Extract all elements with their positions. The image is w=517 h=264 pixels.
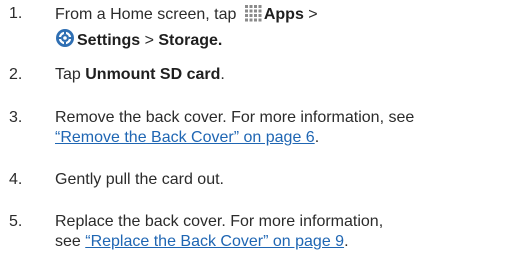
- step-number: 2.: [9, 66, 23, 83]
- remove-back-cover-link[interactable]: “Remove the Back Cover” on page 6: [55, 129, 315, 146]
- step-text: Tap Unmount SD card.: [55, 66, 225, 83]
- step-text: Gently pull the card out.: [55, 171, 224, 188]
- settings-gear-icon: [55, 28, 75, 54]
- apps-label: Apps: [263, 6, 304, 23]
- step-text: From a Home screen, tap Apps > Settings …: [55, 4, 318, 54]
- replace-back-cover-link[interactable]: “Replace the Back Cover” on page 9: [85, 233, 344, 250]
- step-number: 3.: [9, 109, 23, 126]
- step-number: 5.: [9, 213, 23, 230]
- unmount-sd-card-label: Unmount SD card: [85, 66, 221, 83]
- step-text: Replace the back cover. For more informa…: [55, 213, 384, 250]
- settings-label: Settings: [77, 32, 141, 49]
- apps-grid-icon: [244, 4, 262, 28]
- step-number: 4.: [9, 171, 23, 188]
- instruction-steps: 1. From a Home screen, tap Apps > Settin…: [0, 0, 517, 264]
- step-number: 1.: [9, 5, 23, 22]
- step-text: Remove the back cover. For more informat…: [55, 109, 415, 146]
- storage-label: Storage.: [158, 32, 223, 49]
